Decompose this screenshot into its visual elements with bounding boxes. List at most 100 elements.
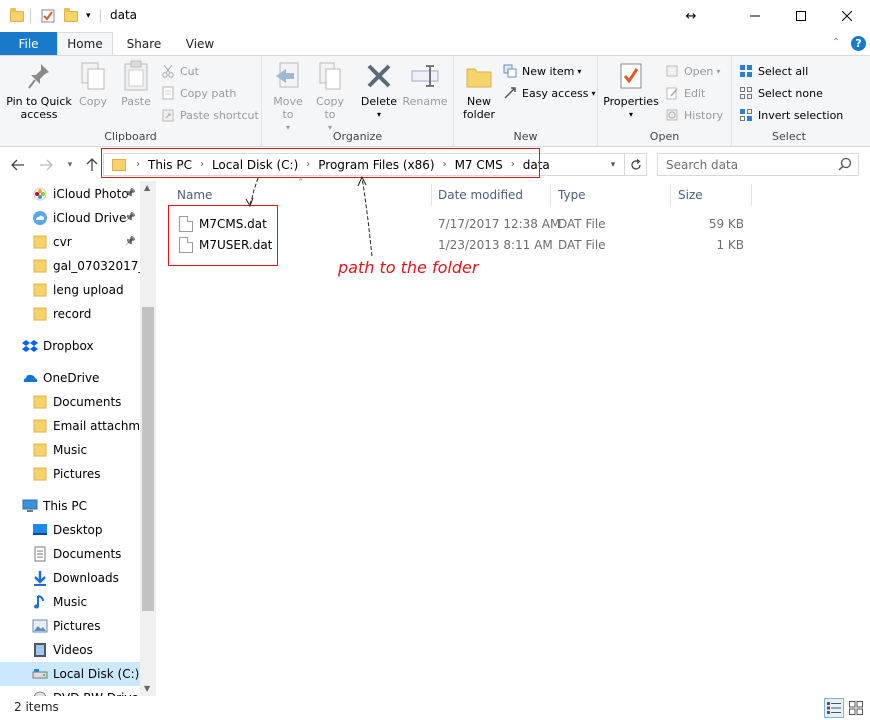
refresh-button[interactable] [624, 154, 646, 175]
new-folder-quick-icon[interactable] [64, 7, 78, 25]
copy-path-button[interactable]: Copy path [160, 83, 236, 103]
file-size: 1 KB [716, 237, 744, 252]
column-header-name[interactable]: Name [177, 184, 212, 206]
sidebar-item[interactable]: leng upload [0, 278, 140, 302]
delete-button[interactable]: Delete ▾ [360, 60, 398, 121]
sidebar-item[interactable]: Videos [0, 638, 140, 662]
large-icons-view-button[interactable] [846, 698, 866, 718]
sidebar-item[interactable]: Email attachmer [0, 414, 140, 438]
address-dropdown-button[interactable]: ▾ [604, 154, 622, 175]
file-date: 1/23/2013 8:11 AM [438, 237, 553, 252]
folder-icon [32, 418, 48, 434]
select-none-button[interactable]: Select none [738, 83, 823, 103]
sidebar-item[interactable]: OneDrive [0, 366, 140, 390]
up-button[interactable] [82, 155, 102, 175]
sidebar-item[interactable]: This PC [0, 494, 140, 518]
minimize-icon [750, 15, 760, 17]
sidebar-item[interactable]: Desktop [0, 518, 140, 542]
sidebar-item[interactable]: iCloud Photo 📌 [0, 182, 140, 206]
column-header-type[interactable]: Type [558, 184, 586, 206]
sidebar-item[interactable]: Dropbox [0, 334, 140, 358]
sidebar-item-label: Local Disk (C:) [53, 667, 140, 681]
sidebar-item[interactable]: Documents [0, 390, 140, 414]
open-button[interactable]: Open ▾ [664, 61, 720, 81]
new-group: New folder New item ▾ Easy access ▾ New [454, 56, 598, 146]
collapse-ribbon-icon[interactable]: ⌃ [832, 37, 840, 48]
onedrive-icon [22, 370, 38, 386]
folder-icon [32, 258, 48, 274]
copy-to-button[interactable]: Copy to ▾ [310, 60, 350, 134]
open-group-label: Open [649, 130, 680, 143]
folder-icon [32, 234, 48, 250]
open-group: Properties ▾ Open ▾ Edit History Open [598, 56, 732, 146]
sidebar-item[interactable]: Local Disk (C:) [0, 662, 140, 686]
new-item-button[interactable]: New item ▾ [502, 61, 581, 81]
sidebar-item[interactable]: record [0, 302, 140, 326]
sidebar-item[interactable]: Music [0, 590, 140, 614]
column-divider [670, 184, 671, 206]
sidebar-item-label: iCloud Drive [53, 211, 127, 225]
properties-button[interactable]: Properties ▾ [602, 60, 660, 121]
forward-button[interactable] [36, 155, 56, 175]
search-input[interactable] [658, 157, 828, 172]
recent-locations-button[interactable]: ▾ [60, 155, 80, 175]
customize-quick-access-icon[interactable]: ▾ [86, 7, 91, 25]
scroll-up-icon[interactable]: ▲ [144, 183, 150, 192]
select-group-label: Select [772, 130, 806, 143]
move-to-button[interactable]: Move to ▾ [268, 60, 308, 134]
paste-shortcut-button[interactable]: Paste shortcut [160, 105, 259, 125]
sidebar-item[interactable]: Music [0, 438, 140, 462]
sidebar-item[interactable]: iCloud Drive 📌 [0, 206, 140, 230]
column-header-date-modified[interactable]: Date modified [438, 184, 523, 206]
new-folder-button[interactable]: New folder [458, 60, 500, 121]
copy-button[interactable]: Copy [74, 60, 112, 108]
pin-icon: 📌 [124, 213, 136, 223]
properties-quick-icon[interactable] [40, 7, 56, 25]
tab-share[interactable]: Share [118, 32, 170, 55]
folder-icon [32, 442, 48, 458]
sidebar-item-label: Music [53, 595, 88, 609]
sidebar-item[interactable]: Downloads [0, 566, 140, 590]
sidebar-item[interactable]: Documents [0, 542, 140, 566]
sidebar-item-label: Dropbox [43, 339, 94, 353]
back-button[interactable] [8, 155, 28, 175]
sidebar-item[interactable]: DVD RW Drive (E [0, 686, 140, 696]
details-view-button[interactable] [824, 698, 844, 718]
file-type: DAT File [558, 216, 606, 231]
tab-file[interactable]: File [0, 32, 57, 55]
minimize-button[interactable] [732, 0, 778, 32]
properties-icon [615, 60, 647, 92]
sidebar-item[interactable]: cvr 📌 [0, 230, 140, 254]
sidebar-item[interactable]: gal_07032017_cla [0, 254, 140, 278]
sort-indicator-icon: ⌃ [297, 178, 305, 188]
file-type: DAT File [558, 237, 606, 252]
sidebar-item-label: Pictures [53, 619, 101, 633]
nav-scrollbar-thumb[interactable] [142, 307, 154, 611]
history-button[interactable]: History [664, 105, 723, 125]
cut-button[interactable]: Cut [160, 61, 199, 81]
tab-home[interactable]: Home [57, 32, 113, 55]
invert-selection-button[interactable]: Invert selection [738, 105, 843, 125]
scroll-down-icon[interactable]: ▼ [144, 684, 150, 693]
select-all-button[interactable]: Select all [738, 61, 808, 81]
sidebar-item[interactable]: Pictures [0, 614, 140, 638]
sidebar-item[interactable]: Pictures [0, 462, 140, 486]
edit-button[interactable]: Edit [664, 83, 705, 103]
tab-view[interactable]: View [174, 32, 226, 55]
easy-access-button[interactable]: Easy access ▾ [502, 83, 596, 103]
search-box[interactable] [657, 153, 859, 176]
column-header-size[interactable]: Size [678, 184, 703, 206]
paste-button[interactable]: Paste [116, 60, 156, 108]
copy-to-icon [314, 60, 346, 92]
music-icon [32, 594, 48, 610]
pin-to-quick-access-button[interactable]: Pin to Quick access [6, 60, 72, 121]
copy-path-icon [160, 85, 176, 101]
rename-button[interactable]: Rename [402, 60, 448, 108]
sidebar-item-label: gal_07032017_cla [53, 259, 140, 273]
maximize-button[interactable] [778, 0, 824, 32]
maximize-icon [796, 11, 806, 21]
sidebar-item-label: Pictures [53, 467, 101, 481]
help-icon[interactable]: ? [851, 36, 866, 51]
close-button[interactable] [824, 0, 870, 32]
clipboard-group: Pin to Quick access Copy Paste Cut Copy … [0, 56, 262, 146]
